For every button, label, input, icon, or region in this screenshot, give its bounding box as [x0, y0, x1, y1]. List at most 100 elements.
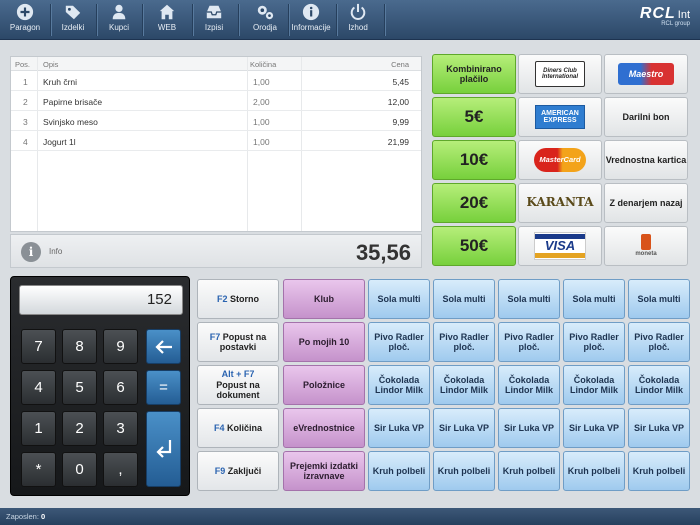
product-label: Pivo Radler ploč.	[374, 331, 424, 352]
gift-voucher-button[interactable]: Darilni bon	[604, 97, 688, 137]
cash-50-button[interactable]: 50€	[432, 226, 516, 266]
moneta-text: moneta	[635, 251, 657, 258]
cashback-button[interactable]: Z denarjem nazaj	[604, 183, 688, 223]
product-button[interactable]: Sola multi	[628, 279, 690, 319]
cash-label: 10€	[459, 150, 489, 170]
info-circle-icon[interactable]: i	[21, 242, 41, 262]
key-4[interactable]: 4	[21, 370, 56, 405]
storno-button[interactable]: F2 Storno	[197, 279, 279, 319]
maestro-button[interactable]: Maestro	[604, 54, 688, 94]
combined-payment-label: Kombinirano plačilo	[446, 63, 502, 84]
key-comma[interactable]: ,	[103, 452, 138, 487]
product-label: Pivo Radler ploč.	[439, 331, 489, 352]
product-button[interactable]: Pivo Radler ploč.	[368, 322, 430, 362]
product-button[interactable]: Sir Luka VP	[498, 408, 560, 448]
table-row[interactable]: 4 Jogurt 1l 1,00 21,99	[11, 131, 421, 151]
value-card-button[interactable]: Vrednostna kartica	[604, 140, 688, 180]
key-8[interactable]: 8	[62, 329, 97, 364]
product-button[interactable]: Pivo Radler ploč.	[498, 322, 560, 362]
close-receipt-key: F9	[214, 465, 226, 476]
product-button[interactable]: Pivo Radler ploč.	[628, 322, 690, 362]
close-receipt-button[interactable]: F9 Zaključi	[197, 451, 279, 491]
toolbar-paragon-button[interactable]: Paragon	[0, 3, 50, 37]
toolbar-izdelki-button[interactable]: Izdelki	[48, 3, 98, 37]
bills-button[interactable]: Položnice	[283, 365, 365, 405]
table-row[interactable]: 2 Papirne brisače 2,00 12,00	[11, 91, 421, 111]
inbox-icon	[206, 5, 222, 19]
product-label: Sir Luka VP	[373, 422, 425, 433]
row-desc: Papirne brisače	[43, 97, 103, 107]
product-button[interactable]: Čokolada Lindor Milk	[628, 365, 690, 405]
product-button[interactable]: Sola multi	[563, 279, 625, 319]
product-button[interactable]: Sir Luka VP	[368, 408, 430, 448]
product-button[interactable]: Kruh polbeli	[563, 451, 625, 491]
toolbar-kupci-button[interactable]: Kupci	[94, 3, 144, 37]
evouchers-button[interactable]: eVrednostnice	[283, 408, 365, 448]
product-button[interactable]: Kruh polbeli	[628, 451, 690, 491]
product-button[interactable]: Čokolada Lindor Milk	[433, 365, 495, 405]
toolbar-izhod-button[interactable]: Izhod	[333, 3, 383, 37]
key-9[interactable]: 9	[103, 329, 138, 364]
product-button[interactable]: Sola multi	[498, 279, 560, 319]
cash-movements-button[interactable]: Prejemki izdatki izravnave	[283, 451, 365, 491]
product-button[interactable]: Pivo Radler ploč.	[563, 322, 625, 362]
document-discount-label: Popust na dokument	[216, 379, 260, 401]
product-button[interactable]: Kruh polbeli	[368, 451, 430, 491]
backspace-key[interactable]	[146, 329, 181, 364]
product-label: Čokolada Lindor Milk	[570, 374, 618, 395]
po-mojih-10-button[interactable]: Po mojih 10	[283, 322, 365, 362]
product-button[interactable]: Sola multi	[433, 279, 495, 319]
product-button[interactable]: Čokolada Lindor Milk	[498, 365, 560, 405]
keypad-display[interactable]: 152	[19, 285, 183, 315]
toolbar-web-button[interactable]: WEB	[142, 3, 192, 37]
product-button[interactable]: Sola multi	[368, 279, 430, 319]
diners-club-button[interactable]: Diners Club International	[518, 54, 602, 94]
mastercard-button[interactable]: MasterCard	[518, 140, 602, 180]
key-6[interactable]: 6	[103, 370, 138, 405]
enter-key[interactable]	[146, 411, 181, 487]
key-3[interactable]: 3	[103, 411, 138, 446]
club-button[interactable]: Klub	[283, 279, 365, 319]
product-button[interactable]: Sir Luka VP	[433, 408, 495, 448]
document-discount-button[interactable]: Alt + F7 Popust na dokument	[197, 365, 279, 405]
combined-payment-button[interactable]: Kombinirano plačilo	[432, 54, 516, 94]
item-discount-button[interactable]: F7 Popust na postavki	[197, 322, 279, 362]
row-qty: 2,00	[253, 97, 270, 107]
moneta-button[interactable]: moneta	[604, 226, 688, 266]
status-bar: Zaposlen: 0	[0, 508, 700, 525]
quantity-button[interactable]: F4 Količina	[197, 408, 279, 448]
key-5[interactable]: 5	[62, 370, 97, 405]
product-button[interactable]: Sir Luka VP	[563, 408, 625, 448]
amex-button[interactable]: AMERICAN EXPRESS	[518, 97, 602, 137]
visa-button[interactable]: VISA	[518, 226, 602, 266]
product-label: Kruh polbeli	[372, 465, 426, 476]
table-row[interactable]: 3 Svinjsko meso 1,00 9,99	[11, 111, 421, 131]
key-1[interactable]: 1	[21, 411, 56, 446]
product-button[interactable]: Kruh polbeli	[498, 451, 560, 491]
info-bar: i Info 35,56	[10, 234, 422, 268]
key-2[interactable]: 2	[62, 411, 97, 446]
cash-20-button[interactable]: 20€	[432, 183, 516, 223]
toolbar-informacije-button[interactable]: Informacije	[286, 3, 336, 37]
karanta-button[interactable]: KARANTA	[518, 183, 602, 223]
product-button[interactable]: Pivo Radler ploč.	[433, 322, 495, 362]
row-qty: 1,00	[253, 77, 270, 87]
table-row[interactable]: 1 Kruh črni 1,00 5,45	[11, 71, 421, 91]
product-label: Čokolada Lindor Milk	[505, 374, 553, 395]
product-button[interactable]: Sir Luka VP	[628, 408, 690, 448]
product-button[interactable]: Čokolada Lindor Milk	[368, 365, 430, 405]
product-button[interactable]: Čokolada Lindor Milk	[563, 365, 625, 405]
row-price: 21,99	[387, 137, 409, 147]
toolbar-orodja-button[interactable]: Orodja	[240, 3, 290, 37]
key-0[interactable]: 0	[62, 452, 97, 487]
cash-10-button[interactable]: 10€	[432, 140, 516, 180]
mastercard-logo: MasterCard	[534, 148, 586, 172]
product-label: Pivo Radler ploč.	[634, 331, 684, 352]
header-pos: Pos.	[15, 60, 31, 69]
key-multiply[interactable]: *	[21, 452, 56, 487]
toolbar-izpisi-button[interactable]: Izpisi	[189, 3, 239, 37]
cash-5-button[interactable]: 5€	[432, 97, 516, 137]
key-7[interactable]: 7	[21, 329, 56, 364]
product-button[interactable]: Kruh polbeli	[433, 451, 495, 491]
equals-key[interactable]: =	[146, 370, 181, 405]
